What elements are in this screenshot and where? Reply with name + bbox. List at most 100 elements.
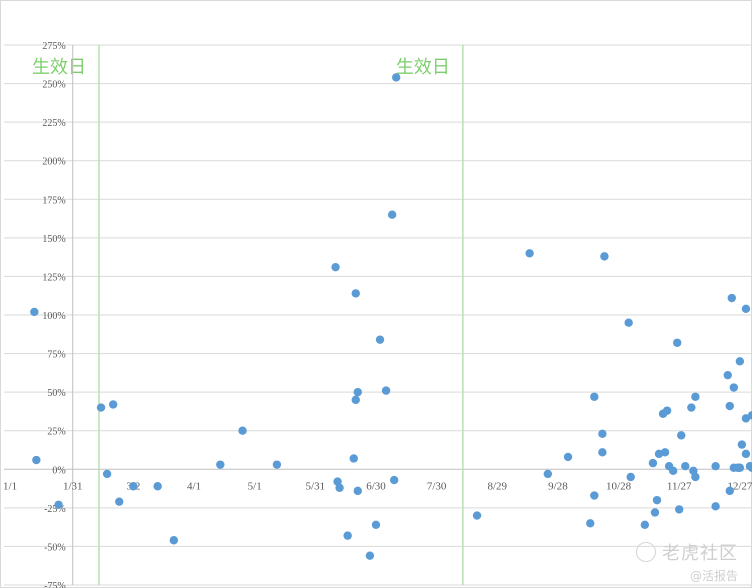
y-tick-label: 250% (42, 80, 65, 91)
data-point (652, 495, 662, 505)
x-tick-label: 10/28 (606, 480, 632, 492)
x-tick-label: 6/30 (366, 480, 386, 492)
data-point (741, 449, 751, 459)
x-tick-label: 1/1 (3, 480, 17, 492)
data-point (725, 486, 734, 496)
y-tick-label: 75% (47, 350, 65, 361)
y-tick-label: 125% (42, 272, 65, 283)
x-tick-label: 1/31 (63, 480, 83, 492)
y-tick-label: 150% (42, 234, 65, 245)
data-point (711, 462, 720, 471)
data-point (335, 483, 344, 492)
x-tick-label: 11/27 (667, 480, 692, 492)
data-point (543, 469, 553, 479)
data-point (673, 338, 682, 347)
data-point (472, 511, 482, 520)
data-point (598, 429, 607, 438)
x-tick-label: 8/29 (487, 480, 507, 492)
data-point (387, 210, 397, 219)
data-point (525, 249, 534, 258)
data-point (691, 472, 700, 482)
data-point (391, 73, 401, 82)
data-point (729, 383, 739, 392)
data-point (735, 357, 745, 366)
y-tick-label: 0% (52, 465, 65, 476)
data-point (691, 392, 700, 401)
data-point (353, 486, 362, 496)
y-tick-label: 175% (42, 195, 65, 206)
data-point (741, 304, 751, 314)
data-point (375, 335, 385, 344)
data-point (660, 448, 670, 457)
data-point (725, 401, 734, 411)
data-point (648, 458, 658, 468)
y-tick-label: 25% (47, 427, 65, 438)
data-point (96, 403, 106, 412)
watermark: 老虎社区 @活报告 (636, 539, 738, 584)
data-point (723, 370, 732, 380)
data-point (586, 519, 595, 528)
data-point (30, 307, 39, 317)
data-point (737, 440, 747, 449)
data-point (54, 500, 63, 509)
x-tick-label: 9/28 (548, 480, 568, 492)
data-point (115, 497, 124, 506)
watermark-brand: 老虎社区 (636, 539, 738, 565)
watermark-sub: @活报告 (689, 569, 738, 583)
data-point (675, 505, 684, 514)
data-point (590, 392, 599, 401)
data-point (668, 466, 678, 476)
data-point (681, 462, 690, 471)
data-point (590, 491, 599, 500)
data-point (640, 520, 650, 530)
data-point (365, 551, 375, 560)
data-point (677, 431, 686, 440)
y-tick-label: 225% (42, 118, 65, 129)
data-point (272, 460, 282, 469)
data-point (331, 262, 340, 272)
data-point (129, 482, 138, 491)
data-point (153, 482, 162, 491)
data-point (662, 406, 672, 415)
y-tick-label: 275% (42, 41, 65, 52)
y-tick-label: -75% (44, 581, 66, 588)
tiger-logo-icon (636, 542, 656, 562)
y-tick-label: 200% (42, 157, 65, 168)
data-point (711, 502, 720, 511)
data-point (349, 454, 358, 463)
data-point (650, 508, 660, 517)
x-tick-label: 4/1 (187, 480, 201, 492)
data-point (216, 460, 225, 469)
watermark-brand-text: 老虎社区 (662, 543, 738, 564)
data-point (624, 318, 633, 327)
data-point (169, 536, 179, 545)
x-tick-label: 5/31 (306, 480, 326, 492)
data-point (600, 252, 609, 261)
data-point (598, 448, 607, 457)
data-point (389, 475, 399, 485)
data-point (343, 531, 352, 540)
x-tick-label: 5/1 (248, 480, 262, 492)
data-point (238, 426, 247, 435)
data-point (32, 455, 41, 465)
data-point (727, 293, 736, 303)
y-tick-label: 100% (42, 311, 65, 322)
data-point (563, 452, 573, 462)
effective-date-label: 生效日 (396, 57, 450, 78)
data-point (381, 386, 391, 395)
data-point (626, 472, 635, 482)
data-point (108, 400, 118, 409)
data-point (102, 469, 112, 479)
data-point (353, 387, 362, 397)
chart-stage: 生效日 生效日 275% 250% 225% 200% 175% 150% 125% 100% 7… (0, 0, 752, 588)
scatter-chart: 生效日 生效日 275% 250% 225% 200% 175% 150% 125% 100% 7… (0, 0, 752, 588)
data-point (735, 463, 745, 472)
data-point (687, 403, 696, 412)
y-tick-label: 50% (47, 388, 65, 399)
y-tick-label: -50% (44, 542, 66, 553)
data-point (351, 395, 360, 405)
x-tick-label: 7/30 (427, 480, 447, 492)
data-point (351, 289, 360, 298)
data-point (371, 520, 381, 530)
effective-date-label: 生效日 (32, 57, 86, 78)
